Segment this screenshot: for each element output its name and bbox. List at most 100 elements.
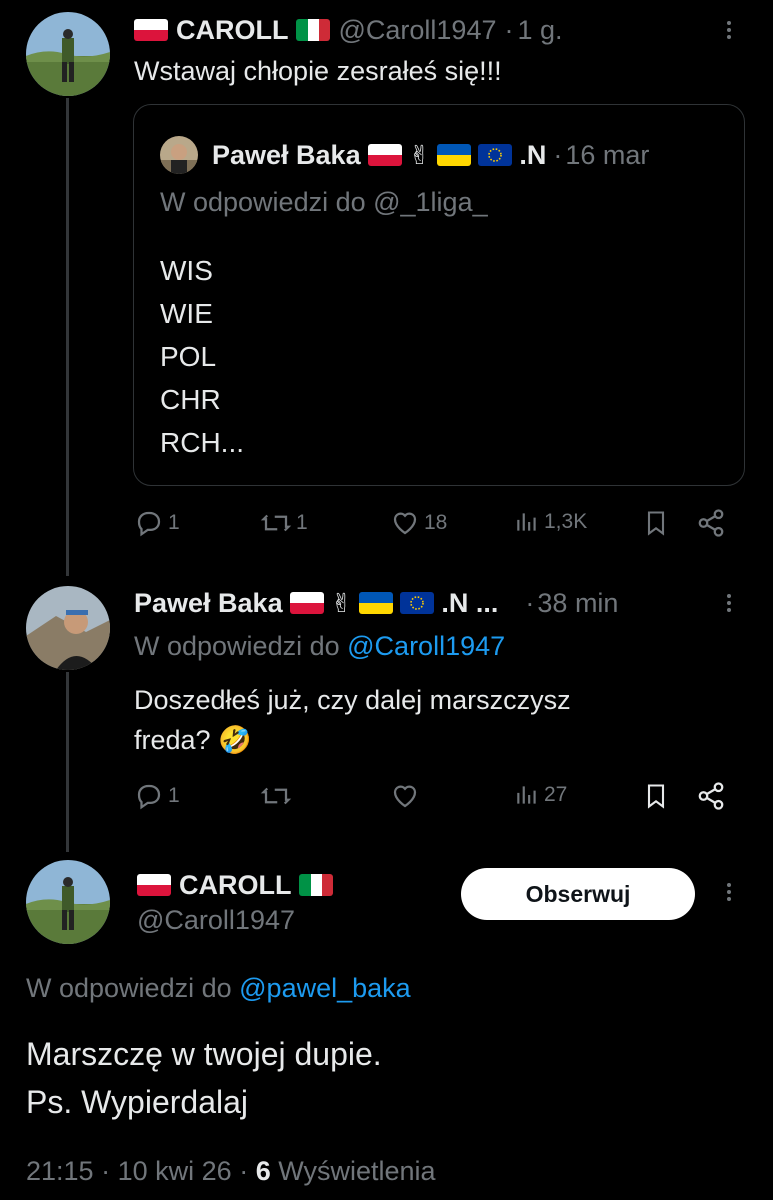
- more-icon[interactable]: [727, 880, 733, 904]
- name-suffix: .N: [519, 139, 547, 170]
- share-button[interactable]: [696, 781, 726, 811]
- more-icon[interactable]: [727, 18, 733, 42]
- views-label: Wyświetlenia: [278, 1156, 436, 1186]
- follow-button[interactable]: Obserwuj: [461, 868, 695, 920]
- avatar[interactable]: [26, 586, 110, 670]
- heart-icon: [393, 785, 417, 808]
- post-time[interactable]: 21:15: [26, 1156, 94, 1186]
- poland-flag-icon: [134, 19, 168, 41]
- bookmark-button[interactable]: [642, 781, 670, 811]
- poland-flag-icon: [137, 874, 171, 896]
- separator: ·: [504, 14, 514, 45]
- eu-flag-icon: [478, 144, 513, 166]
- share-button[interactable]: [696, 508, 726, 538]
- victory-hand-icon: ✌: [330, 587, 353, 618]
- separator: ·: [239, 1156, 249, 1186]
- quote-line: POL: [160, 341, 217, 372]
- avatar[interactable]: [26, 860, 110, 944]
- post-date[interactable]: 10 kwi 26: [118, 1156, 232, 1186]
- thread-line: [66, 672, 69, 852]
- tweet-text-line: Ps. Wypierdalaj: [26, 1084, 249, 1120]
- reply-context: W odpowiedzi do @Caroll1947: [134, 631, 505, 662]
- tweet1-header: CAROLL @Caroll1947 · 1 g.: [134, 12, 563, 48]
- reply-handle-link[interactable]: @pawel_baka: [239, 973, 411, 1003]
- reply-prefix: W odpowiedzi do: [134, 631, 340, 661]
- views-count: 27: [544, 783, 568, 806]
- avatar[interactable]: [26, 12, 110, 96]
- like-count: 18: [424, 511, 448, 534]
- avatar: [160, 136, 198, 174]
- repost-icon: [260, 514, 292, 532]
- tweet-meta: 21:15 · 10 kwi 26 · 6 Wyświetlenia: [26, 1156, 436, 1187]
- bookmark-icon: [647, 784, 665, 809]
- bookmark-icon: [647, 511, 665, 536]
- name-suffix: .N ...: [441, 587, 499, 618]
- quote-line: RCH...: [160, 427, 244, 458]
- author-name[interactable]: CAROLL: [179, 870, 291, 901]
- eu-flag-icon: [400, 592, 435, 614]
- reply-count: 1: [168, 511, 180, 534]
- separator: ·: [525, 587, 535, 618]
- italy-flag-icon: [296, 19, 331, 41]
- italy-flag-icon: [299, 874, 334, 896]
- post-time[interactable]: 1 g.: [517, 15, 562, 46]
- ukraine-flag-icon: [359, 592, 394, 614]
- post-time: 16 mar: [565, 139, 650, 170]
- quote-line: WIE: [160, 298, 213, 329]
- quote-line: CHR: [160, 384, 221, 415]
- quoted-tweet[interactable]: Paweł Baka ✌ .N · 16 mar W odpowiedzi do…: [133, 104, 745, 486]
- like-button[interactable]: [390, 781, 420, 811]
- tweet-text-line: Doszedłeś już, czy dalej marszczysz: [134, 685, 571, 715]
- tweet-text: Marszczę w twojej dupie. Ps. Wypierdalaj: [26, 1030, 382, 1126]
- poland-flag-icon: [289, 592, 324, 614]
- poland-flag-icon: [367, 144, 402, 166]
- views-count: 6: [255, 1156, 271, 1186]
- heart-icon: [393, 512, 417, 535]
- reply-button[interactable]: 1: [134, 508, 180, 538]
- bookmark-button[interactable]: [642, 508, 670, 538]
- quote-line: WIS: [160, 255, 213, 286]
- reply-icon: [137, 511, 161, 537]
- views-button[interactable]: 27: [514, 781, 567, 809]
- share-icon: [698, 509, 724, 537]
- author-name[interactable]: CAROLL: [176, 15, 288, 46]
- tweet-text-line: freda?: [134, 725, 211, 755]
- views-icon: [517, 513, 536, 531]
- repost-icon: [260, 787, 292, 805]
- tweet2-header: Paweł Baka ✌ .N ... · 38 min: [134, 585, 618, 621]
- author-name: Paweł Baka: [212, 139, 361, 170]
- views-button[interactable]: 1,3K: [514, 508, 587, 536]
- repost-button[interactable]: [260, 781, 292, 811]
- main-header: CAROLL: [137, 868, 334, 902]
- victory-hand-icon: ✌: [408, 139, 431, 170]
- tweet-text: Doszedłeś już, czy dalej marszczysz fred…: [134, 680, 571, 760]
- quote-header: Paweł Baka ✌ .N · 16 mar: [212, 136, 649, 174]
- like-button[interactable]: 18: [390, 508, 447, 538]
- tweet-text: Wstawaj chłopie zesrałeś się!!!: [134, 56, 502, 86]
- tweet2-actions: 1 27: [134, 781, 734, 817]
- reply-icon: [137, 784, 161, 810]
- reply-context: W odpowiedzi do @pawel_baka: [26, 973, 411, 1004]
- reply-count: 1: [168, 784, 180, 807]
- views-icon: [517, 786, 536, 804]
- share-icon: [698, 782, 724, 810]
- views-count: 1,3K: [544, 510, 588, 533]
- tweet1-actions: 1 1 18 1,3K: [134, 508, 734, 544]
- more-icon[interactable]: [727, 591, 733, 615]
- reply-button[interactable]: 1: [134, 781, 180, 811]
- author-handle[interactable]: @Caroll1947: [338, 15, 496, 46]
- tweet-text-line: Marszczę w twojej dupie.: [26, 1036, 382, 1072]
- post-time[interactable]: 38 min: [537, 588, 618, 619]
- reply-prefix: W odpowiedzi do: [26, 973, 232, 1003]
- repost-count: 1: [296, 511, 308, 534]
- ukraine-flag-icon: [437, 144, 472, 166]
- reply-context: W odpowiedzi do @_1liga_: [160, 187, 488, 217]
- repost-button[interactable]: 1: [260, 508, 308, 538]
- rofl-emoji-icon: 🤣: [218, 725, 252, 755]
- separator: ·: [101, 1156, 111, 1186]
- reply-handle-link[interactable]: @Caroll1947: [347, 631, 505, 661]
- author-name[interactable]: Paweł Baka: [134, 588, 283, 619]
- separator: ·: [553, 139, 563, 170]
- author-handle[interactable]: @Caroll1947: [137, 905, 295, 936]
- thread-line: [66, 98, 69, 576]
